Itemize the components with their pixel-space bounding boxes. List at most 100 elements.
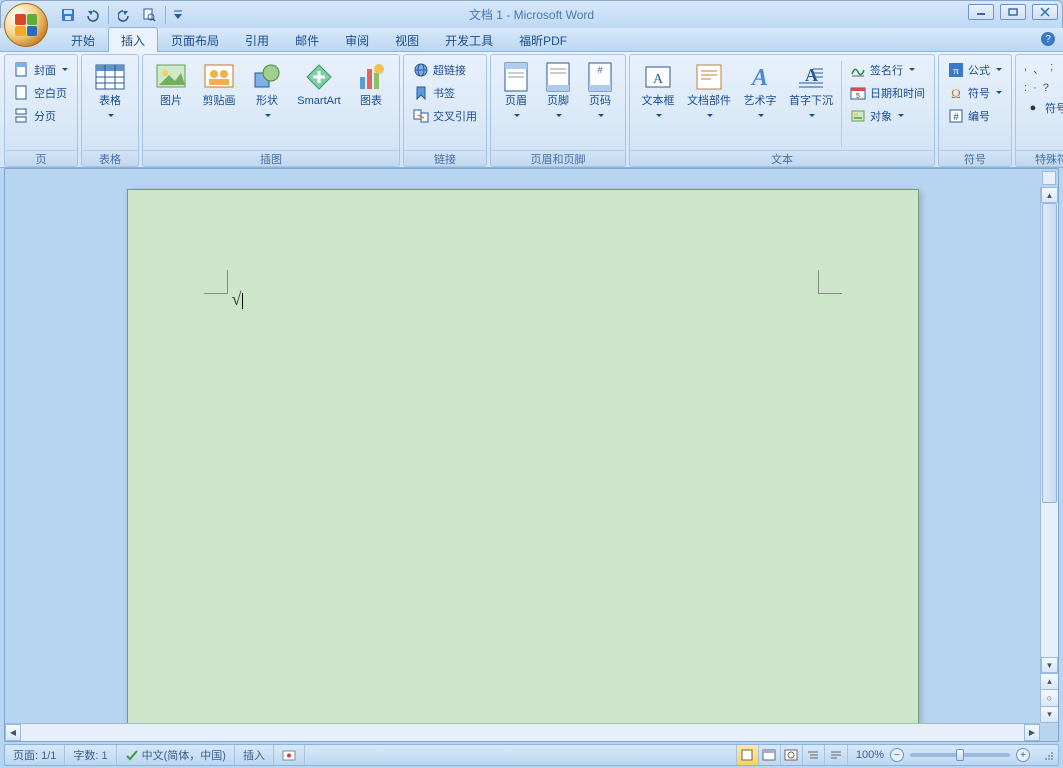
smartart-button[interactable]: SmartArt: [291, 58, 347, 150]
equation-button[interactable]: π公式: [943, 59, 1007, 81]
scroll-right-button[interactable]: ▶: [1024, 724, 1040, 741]
tab-home[interactable]: 开始: [58, 27, 108, 52]
symbol-bullet[interactable]: ·: [1033, 82, 1037, 94]
save-icon: [61, 8, 75, 22]
special-symbol-button[interactable]: ●符号: [1020, 97, 1063, 119]
svg-text:A: A: [750, 65, 768, 91]
scroll-track[interactable]: [1041, 203, 1058, 657]
group-illustrations: 图片 剪贴画 形状 SmartArt 图表 插图: [142, 54, 400, 167]
zoom-slider[interactable]: [910, 753, 1010, 757]
qat-customize-button[interactable]: [173, 6, 183, 24]
full-screen-icon: [762, 749, 776, 761]
scroll-up-button[interactable]: ▲: [1041, 187, 1058, 203]
zoom-level[interactable]: 100%: [856, 749, 884, 761]
view-draft[interactable]: [825, 745, 847, 765]
symbol-gallery-row[interactable]: , 、 ;: [1020, 59, 1063, 79]
save-button[interactable]: [59, 6, 77, 24]
vertical-scrollbar[interactable]: ▲ ▼ ▴ ○ ▾: [1040, 187, 1058, 723]
tab-references[interactable]: 引用: [232, 27, 282, 52]
symbol-enum-comma[interactable]: 、: [1033, 61, 1044, 77]
status-word-count[interactable]: 字数: 1: [65, 745, 116, 765]
ruler-toggle[interactable]: [1042, 171, 1056, 185]
margin-corner-top-right: [818, 270, 842, 294]
group-label: 特殊符号↘: [1016, 150, 1063, 166]
horizontal-scrollbar[interactable]: ◀ ▶: [5, 723, 1040, 741]
browse-object-controls: ▴ ○ ▾: [1041, 673, 1058, 723]
redo-button[interactable]: [116, 6, 134, 24]
prev-page-button[interactable]: ▴: [1041, 674, 1058, 690]
footer-icon: [542, 61, 574, 93]
status-macro[interactable]: [274, 745, 305, 765]
object-button[interactable]: 对象: [845, 105, 930, 127]
undo-button[interactable]: [83, 6, 101, 24]
quick-parts-button[interactable]: 文档部件: [682, 58, 736, 150]
zoom-in-button[interactable]: +: [1016, 748, 1030, 762]
symbol-comma[interactable]: ,: [1024, 61, 1027, 77]
view-web-layout[interactable]: [781, 745, 803, 765]
drop-cap-button[interactable]: A首字下沉: [784, 58, 838, 150]
maximize-button[interactable]: [1000, 4, 1026, 20]
label: 页脚: [547, 95, 569, 107]
page[interactable]: √: [127, 189, 919, 723]
chart-button[interactable]: 图表: [347, 58, 395, 150]
zoom-slider-thumb[interactable]: [956, 749, 964, 761]
view-outline[interactable]: [803, 745, 825, 765]
picture-button[interactable]: 图片: [147, 58, 195, 150]
symbol-gallery-row[interactable]: : · ?: [1020, 80, 1063, 96]
shapes-button[interactable]: 形状: [243, 58, 291, 150]
symbol-button[interactable]: Ω符号: [943, 82, 1007, 104]
dropdown-icon: [994, 64, 1002, 76]
clipart-icon: [203, 61, 235, 93]
tab-developer[interactable]: 开发工具: [432, 27, 506, 52]
header-button[interactable]: 页眉: [495, 58, 537, 150]
status-insert-mode[interactable]: 插入: [235, 745, 274, 765]
office-button[interactable]: [4, 3, 48, 47]
bullet-icon: ●: [1025, 100, 1041, 116]
zoom-out-button[interactable]: −: [890, 748, 904, 762]
group-header-footer: 页眉 页脚 #页码 页眉和页脚: [490, 54, 626, 167]
resize-grip[interactable]: [1038, 745, 1058, 765]
tab-review[interactable]: 审阅: [332, 27, 382, 52]
clipart-button[interactable]: 剪贴画: [195, 58, 243, 150]
label: 页眉: [505, 95, 527, 107]
scroll-thumb[interactable]: [1042, 203, 1057, 503]
next-page-button[interactable]: ▾: [1041, 707, 1058, 723]
view-full-screen[interactable]: [759, 745, 781, 765]
browse-object-button[interactable]: ○: [1041, 690, 1058, 706]
symbol-semicolon[interactable]: ;: [1050, 61, 1053, 77]
scroll-down-button[interactable]: ▼: [1041, 657, 1058, 673]
date-time-button[interactable]: 5日期和时间: [845, 82, 930, 104]
symbol-question[interactable]: ?: [1043, 82, 1049, 94]
page-number-button[interactable]: #页码: [579, 58, 621, 150]
tab-view[interactable]: 视图: [382, 27, 432, 52]
footer-button[interactable]: 页脚: [537, 58, 579, 150]
symbol-colon[interactable]: :: [1024, 82, 1027, 94]
cross-reference-button[interactable]: 交叉引用: [408, 105, 482, 127]
scroll-left-button[interactable]: ◀: [5, 724, 21, 741]
wordart-button[interactable]: A艺术字: [736, 58, 784, 150]
scroll-track[interactable]: [21, 724, 1024, 741]
number-button[interactable]: #编号: [943, 105, 1007, 127]
view-print-layout[interactable]: [737, 745, 759, 765]
help-button[interactable]: ?: [1041, 32, 1055, 46]
text-cursor-area[interactable]: √: [232, 289, 244, 310]
cover-page-button[interactable]: 封面: [9, 59, 73, 81]
signature-line-button[interactable]: 签名行: [845, 59, 930, 81]
status-page[interactable]: 页面: 1/1: [5, 745, 65, 765]
blank-page-button[interactable]: 空白页: [9, 82, 73, 104]
tab-insert[interactable]: 插入: [108, 27, 158, 52]
document-viewport[interactable]: √: [5, 169, 1040, 723]
dropdown-icon: [596, 108, 604, 120]
table-button[interactable]: 表格: [86, 58, 134, 150]
minimize-button[interactable]: [968, 4, 994, 20]
bookmark-button[interactable]: 书签: [408, 82, 482, 104]
tab-mailings[interactable]: 邮件: [282, 27, 332, 52]
tab-foxit-pdf[interactable]: 福昕PDF: [506, 27, 580, 52]
hyperlink-button[interactable]: 超链接: [408, 59, 482, 81]
close-button[interactable]: [1032, 4, 1058, 20]
textbox-button[interactable]: A文本框: [634, 58, 682, 150]
print-preview-button[interactable]: [140, 6, 158, 24]
status-language[interactable]: 中文(简体，中国): [117, 745, 235, 765]
tab-page-layout[interactable]: 页面布局: [158, 27, 232, 52]
page-break-button[interactable]: 分页: [9, 105, 73, 127]
